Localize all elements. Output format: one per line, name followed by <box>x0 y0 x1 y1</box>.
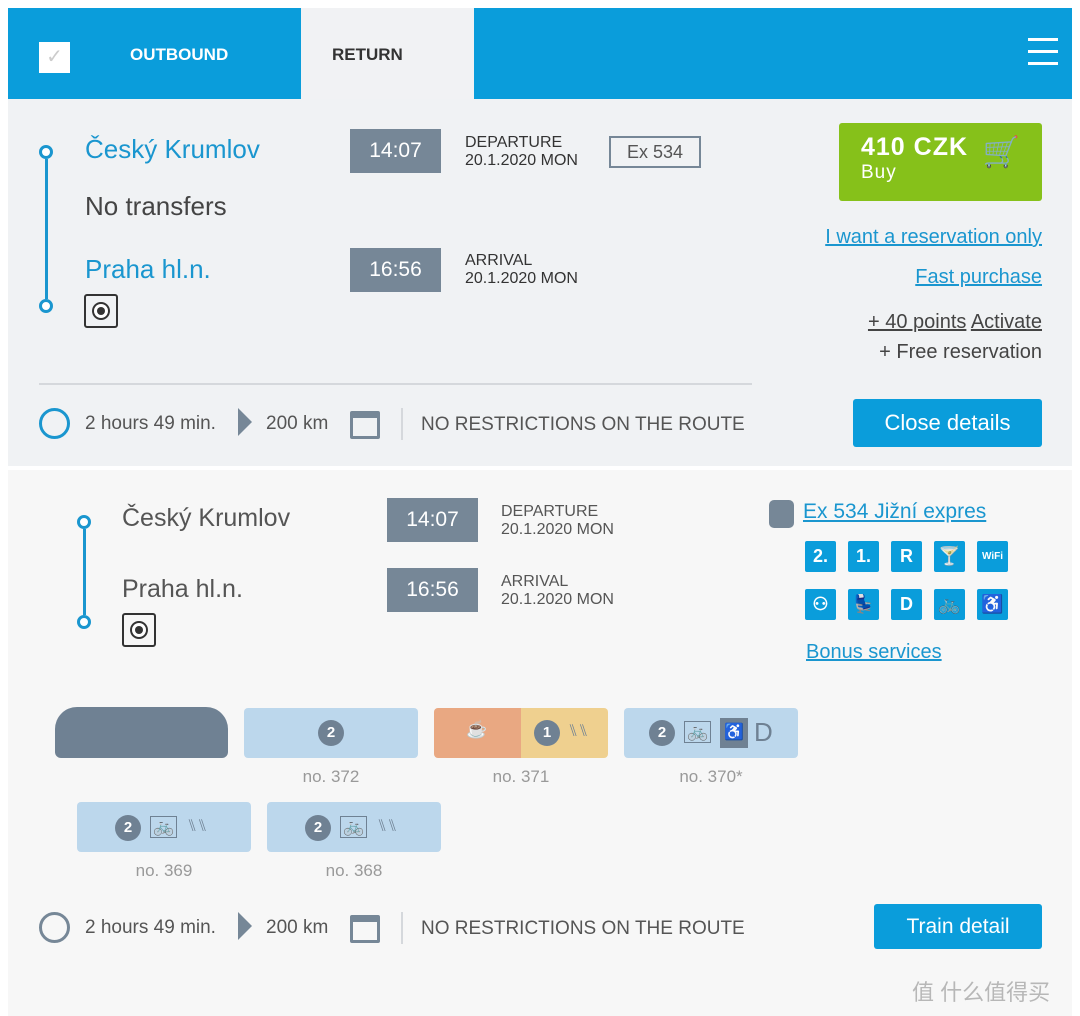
divider <box>39 383 752 385</box>
train-icon <box>769 500 794 528</box>
arrival-date: 20.1.2020 MON <box>465 270 578 287</box>
arrival-label: ARRIVAL <box>465 252 533 269</box>
train-detail-button[interactable]: Train detail <box>874 904 1042 949</box>
seat-icon: ⑊⑊ <box>187 816 208 835</box>
distance-icon <box>238 912 252 940</box>
arrival-date: 20.1.2020 MON <box>501 591 614 608</box>
clock-icon <box>39 408 70 439</box>
distance: 200 km <box>266 917 329 938</box>
from-station[interactable]: Český Krumlov <box>85 134 260 165</box>
duration: 2 hours 49 min. <box>85 413 216 434</box>
duration: 2 hours 49 min. <box>85 917 216 938</box>
car-368[interactable]: 2 🚲 ⑊⑊ <box>267 802 441 852</box>
bonus-services-link[interactable]: Bonus services <box>806 641 942 664</box>
points: + 40 points <box>867 311 967 333</box>
buy-button[interactable]: 410 CZK Buy 🛒 <box>839 123 1042 201</box>
reservation-only-link[interactable]: I want a reservation only <box>825 226 1042 249</box>
destination-icon <box>84 294 118 328</box>
car-370[interactable]: 2 🚲 ♿ D <box>624 708 798 758</box>
car-number: no. 370* <box>679 767 743 786</box>
class-badge: 2 <box>318 720 344 746</box>
train-name-link[interactable]: Ex 534 Jižní expres <box>803 500 986 524</box>
to-station[interactable]: Praha hl.n. <box>85 254 211 285</box>
activate-link[interactable]: Activate <box>971 311 1042 333</box>
distance: 200 km <box>266 413 329 434</box>
car-372[interactable]: 2 <box>244 708 418 758</box>
seat-icon: ⑊⑊ <box>377 816 398 835</box>
route-line <box>83 529 86 615</box>
bike-icon: 🚲 <box>684 721 712 743</box>
departure-label: DEPARTURE <box>501 503 599 520</box>
detail-departure-time: 14:07 <box>387 498 478 542</box>
destination-icon <box>122 613 156 647</box>
service-icon[interactable]: ♿ <box>977 589 1008 620</box>
route-start-dot <box>77 515 91 529</box>
route-end-dot <box>39 299 53 313</box>
calendar-icon[interactable] <box>350 915 380 943</box>
distance-icon <box>238 408 252 436</box>
car-number: no. 368 <box>325 861 383 880</box>
service-icon[interactable]: 🚲 <box>934 589 965 620</box>
cart-icon: 🛒 <box>982 136 1020 169</box>
tab-outbound[interactable]: OUTBOUND <box>130 45 228 65</box>
service-icon[interactable]: WiFi <box>977 541 1008 572</box>
seat-icon: ⑊⑊ <box>568 721 589 740</box>
bike-icon: 🚲 <box>150 816 178 838</box>
car-371[interactable]: ☕ 1 ⑊⑊ <box>434 708 608 758</box>
departure-label: DEPARTURE <box>465 134 563 151</box>
menu-icon[interactable] <box>1028 38 1058 65</box>
free-reservation: + Free reservation <box>879 341 1042 363</box>
clock-icon <box>39 912 70 943</box>
service-icon[interactable]: 💺 <box>848 589 879 620</box>
class-badge: 2 <box>115 815 141 841</box>
departure-date: 20.1.2020 MON <box>465 152 578 169</box>
service-icon[interactable]: 🍸 <box>934 541 965 572</box>
transfers: No transfers <box>85 191 227 221</box>
services-grid: 2. 1. R 🍸 WiFi ⚇ 💺 D 🚲 ♿ <box>805 541 1015 620</box>
checkbox[interactable]: ✓ <box>39 42 70 73</box>
car-number: no. 369 <box>135 861 193 880</box>
detail-from: Český Krumlov <box>122 504 291 532</box>
watermark: 值 什么值得买 <box>912 980 1051 1005</box>
class-badge: 2 <box>649 720 675 746</box>
bike-icon: 🚲 <box>340 816 368 838</box>
departure-time: 14:07 <box>350 129 441 173</box>
calendar-icon[interactable] <box>350 411 380 439</box>
fast-purchase-link[interactable]: Fast purchase <box>915 266 1042 289</box>
car-369[interactable]: 2 🚲 ⑊⑊ <box>77 802 251 852</box>
class-badge: 1 <box>534 720 560 746</box>
wheelchair-icon: ♿ <box>720 718 748 748</box>
route-line <box>45 159 48 299</box>
service-icon[interactable]: D <box>891 589 922 620</box>
arrival-time: 16:56 <box>350 248 441 292</box>
restrictions: NO RESTRICTIONS ON THE ROUTE <box>421 918 745 939</box>
route-start-dot <box>39 145 53 159</box>
car-number: no. 371 <box>492 767 550 786</box>
route-end-dot <box>77 615 91 629</box>
locomotive <box>55 707 228 758</box>
restrictions: NO RESTRICTIONS ON THE ROUTE <box>421 414 745 435</box>
service-icon[interactable]: 2. <box>805 541 836 572</box>
departure-date: 20.1.2020 MON <box>501 521 614 538</box>
train-badge: Ex 534 <box>609 136 701 168</box>
tab-return-label[interactable]: RETURN <box>332 45 403 65</box>
service-icon[interactable]: ⚇ <box>805 589 836 620</box>
detail-arrival-time: 16:56 <box>387 568 478 612</box>
car-number: no. 372 <box>302 767 360 786</box>
close-details-button[interactable]: Close details <box>853 399 1042 447</box>
class-badge: 2 <box>305 815 331 841</box>
coffee-icon: ☕ <box>466 720 488 739</box>
detail-to: Praha hl.n. <box>122 575 243 603</box>
d-marker: D <box>754 717 773 747</box>
service-icon[interactable]: R <box>891 541 922 572</box>
service-icon[interactable]: 1. <box>848 541 879 572</box>
arrival-label: ARRIVAL <box>501 573 569 590</box>
